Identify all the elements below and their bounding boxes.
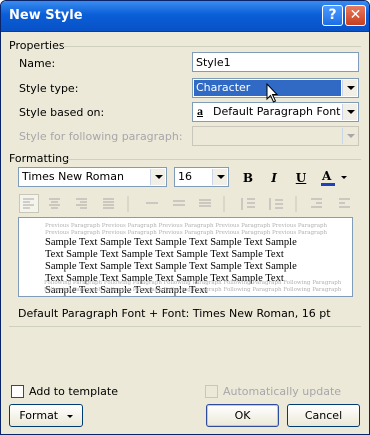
help-button[interactable]: ? (322, 5, 343, 26)
ok-button[interactable]: OK (206, 404, 279, 427)
automatically-update-label: Automatically update (223, 385, 342, 398)
chevron-down-icon (66, 414, 73, 418)
bold-button[interactable]: B (237, 168, 259, 188)
following-paragraph-line: Following Paragraph Following Paragraph … (44, 287, 342, 293)
title-bar: New Style ? ✕ (1, 1, 369, 32)
font-size-value: 16 (178, 170, 192, 183)
align-left-icon (19, 194, 39, 213)
chevron-down-icon[interactable] (212, 169, 227, 185)
format-button-label: Format (19, 409, 59, 422)
name-field-value: Style1 (196, 56, 231, 69)
name-field[interactable]: Style1 (192, 52, 359, 72)
following-paragraph-dropdown[interactable] (192, 126, 359, 146)
formatting-group-label: Formatting (9, 152, 70, 165)
close-button[interactable]: ✕ (345, 5, 366, 26)
following-paragraph-label: Style for following paragraph: (19, 130, 183, 143)
mouse-pointer-icon (266, 83, 279, 103)
following-paragraph-line: Following Paragraph Following Paragraph … (44, 280, 342, 286)
paragraph-toolbar-icons (19, 194, 350, 213)
chevron-down-icon[interactable] (341, 176, 347, 179)
font-name-value: Times New Roman (22, 170, 124, 183)
properties-divider (63, 46, 361, 47)
automatically-update-checkbox[interactable] (205, 385, 218, 398)
sample-text-line: Text Sample Text Sample Text Sample Text… (45, 249, 284, 260)
new-style-dialog: New Style ? ✕ Properties Name: Style1 St… (0, 0, 370, 435)
font-size-dropdown[interactable]: 16 (174, 167, 229, 187)
style-type-value: Character (196, 81, 251, 94)
font-name-dropdown[interactable]: Times New Roman (18, 167, 167, 187)
style-based-on-value: Default Paragraph Font (213, 105, 341, 118)
formatting-divider (66, 159, 361, 160)
sample-text-line: Sample Text Sample Text Sample Text Samp… (45, 237, 297, 248)
italic-button[interactable]: I (263, 168, 285, 188)
chevron-down-icon[interactable] (342, 104, 357, 120)
chevron-down-icon[interactable] (342, 80, 357, 96)
style-description: Default Paragraph Font + Font: Times New… (18, 307, 331, 320)
chevron-down-icon (342, 128, 357, 144)
character-style-icon: a (197, 104, 203, 118)
font-color-swatch (321, 183, 335, 186)
previous-paragraph-line: Previous Paragraph Previous Paragraph Pr… (45, 230, 328, 236)
style-based-on-label: Style based on: (19, 106, 105, 119)
style-based-on-dropdown[interactable]: a Default Paragraph Font (192, 102, 359, 122)
properties-group-label: Properties (9, 39, 65, 52)
description-divider (9, 326, 361, 327)
cancel-button[interactable]: Cancel (287, 404, 360, 427)
dialog-title: New Style (9, 8, 83, 23)
chevron-down-icon[interactable] (150, 169, 165, 185)
previous-paragraph-line: Previous Paragraph Previous Paragraph Pr… (45, 223, 328, 229)
paragraph-toolbar (18, 193, 356, 215)
format-button[interactable]: Format (9, 404, 83, 427)
add-to-template-label: Add to template (29, 385, 118, 398)
help-icon: ? (328, 7, 337, 23)
font-color-button[interactable]: A (319, 167, 349, 187)
style-type-label: Style type: (19, 82, 79, 95)
close-icon: ✕ (349, 7, 362, 23)
underline-button[interactable]: U (290, 168, 312, 188)
name-label: Name: (19, 57, 56, 70)
sample-text-line: Sample Text Sample Text Sample Text Samp… (45, 261, 297, 272)
add-to-template-checkbox[interactable] (11, 385, 24, 398)
